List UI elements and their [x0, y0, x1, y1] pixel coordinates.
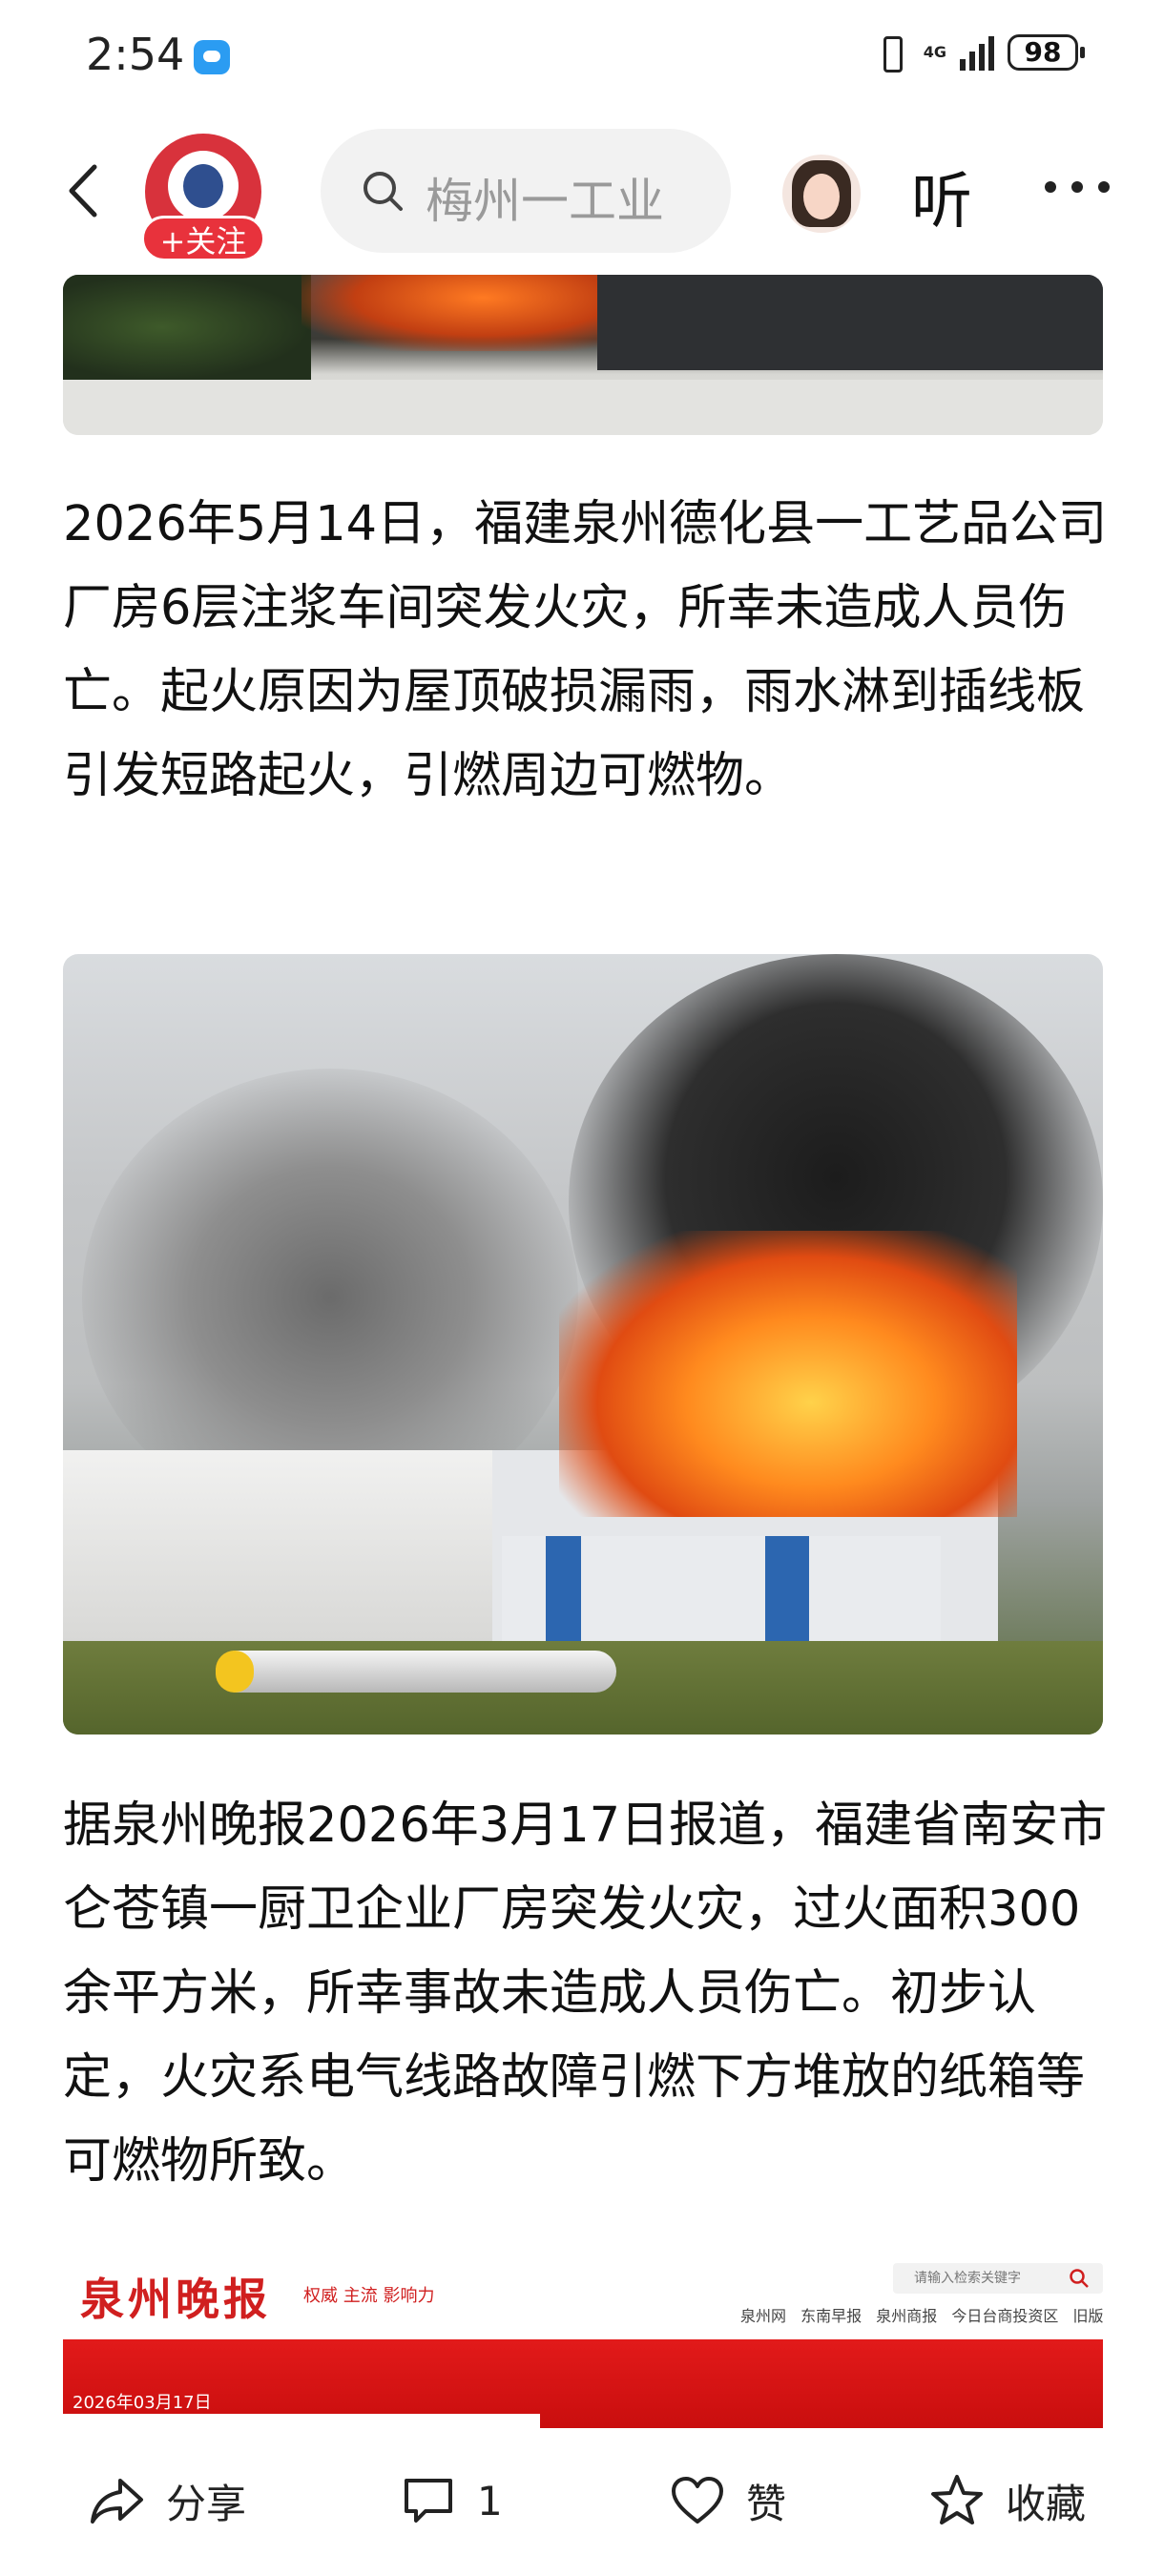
newspaper-link: 东南早报: [800, 2307, 863, 2325]
bottom-action-bar: 分享 1 赞 收藏: [0, 2431, 1164, 2576]
follow-button[interactable]: +关注: [141, 216, 265, 261]
message-notification-icon: [194, 40, 230, 74]
heart-icon: [672, 2477, 723, 2524]
network-type: 4G: [923, 43, 946, 61]
newspaper-link: 泉州商报: [876, 2307, 938, 2325]
article-image-1[interactable]: [63, 275, 1103, 435]
like-button[interactable]: 赞: [668, 2471, 786, 2530]
article-paragraph: 据泉州晚报2026年3月17日报道，福建省南安市仑苍镇一厨卫企业厂房突发火灾，过…: [63, 1797, 1108, 2190]
listen-button[interactable]: 听: [911, 153, 972, 240]
status-bar: 2:54 4G 98: [0, 0, 1164, 114]
vibrate-icon: [872, 32, 910, 73]
favorite-label: 收藏: [1006, 2480, 1087, 2527]
article-paragraph: 2026年5月14日，福建泉州德化县一工艺品公司厂房6层注浆车间突发火灾，所幸未…: [63, 496, 1108, 804]
search-icon: [364, 172, 403, 211]
status-time: 2:54: [86, 29, 185, 80]
newspaper-tagline: 权威 主流 影响力: [303, 2286, 435, 2306]
favorite-button[interactable]: 收藏: [927, 2471, 1086, 2530]
newspaper-links: 泉州网 东南早报 泉州商报 今日台商投资区 旧版入口: [740, 2303, 1103, 2326]
share-icon: [91, 2479, 143, 2524]
share-button[interactable]: 分享: [88, 2471, 246, 2530]
article-header: +关注 梅州一工业 听: [0, 114, 1164, 272]
share-label: 分享: [166, 2480, 247, 2527]
chevron-left-icon[interactable]: [52, 157, 119, 224]
newspaper-link: 泉州网: [740, 2307, 787, 2325]
newspaper-link: 今日台商投资区: [951, 2307, 1059, 2325]
search-query-text: 梅州一工业: [426, 174, 664, 229]
newspaper-red-banner: 2026年03月17日: [63, 2339, 1103, 2428]
comment-count: 1: [477, 2477, 503, 2524]
comment-button[interactable]: 1: [399, 2471, 503, 2530]
article-image-2[interactable]: [63, 954, 1103, 1735]
newspaper-search-placeholder: 请输入检索关键字: [914, 2271, 1021, 2286]
like-label: 赞: [746, 2480, 787, 2527]
newspaper-logo: 泉州晚报: [80, 2274, 271, 2325]
search-icon: [1070, 2269, 1089, 2288]
newspaper-date: 2026年03月17日: [73, 2393, 212, 2413]
newspaper-search-box: 请输入检索关键字: [893, 2263, 1103, 2294]
star-icon: [931, 2475, 983, 2524]
comment-icon: [405, 2479, 452, 2523]
search-bar[interactable]: 梅州一工业: [321, 129, 731, 253]
signal-icon: [960, 34, 994, 71]
user-avatar[interactable]: [782, 155, 861, 233]
newspaper-link: 旧版入口: [1072, 2307, 1103, 2325]
article-image-3[interactable]: 泉州晚报 权威 主流 影响力 请输入检索关键字 泉州网 东南早报 泉州商报 今日…: [63, 2261, 1103, 2428]
battery-level: 98: [1008, 34, 1085, 71]
author-avatar[interactable]: +关注: [141, 134, 265, 261]
status-indicators: 4G 98: [872, 32, 1085, 73]
more-dots-icon[interactable]: [1045, 181, 1112, 195]
